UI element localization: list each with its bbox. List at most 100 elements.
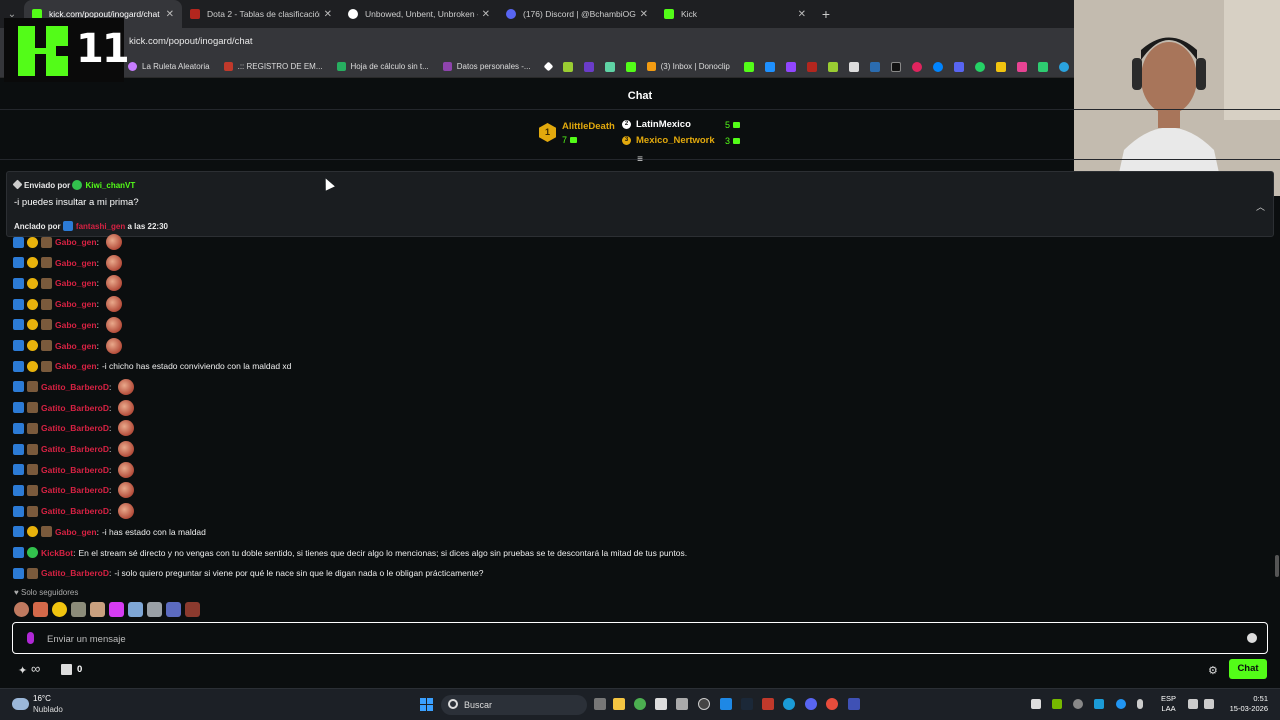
chat-send-button[interactable]: Chat xyxy=(1229,659,1267,679)
chat-username[interactable]: Gatito_BarberoD xyxy=(41,382,109,392)
chevron-up-icon[interactable]: ︿ xyxy=(1256,200,1265,213)
chat-message[interactable]: Gabo_gen: -i has estado con la maldad xyxy=(13,524,206,540)
nvidia-icon[interactable] xyxy=(1052,699,1062,709)
chat-username[interactable]: Gatito_BarberoD xyxy=(41,465,109,475)
tray-icon[interactable] xyxy=(1073,699,1083,709)
chat-username[interactable]: Gatito_BarberoD xyxy=(41,568,109,578)
calculator-icon[interactable] xyxy=(676,698,688,710)
emoji-icon[interactable] xyxy=(1247,633,1257,643)
tray-icon[interactable] xyxy=(1031,699,1041,709)
chat-message[interactable]: Gabo_gen: xyxy=(13,316,122,333)
pinned-sender-username[interactable]: Kiwi_chanVT xyxy=(85,181,135,190)
bookmark-icon[interactable] xyxy=(743,61,754,72)
bookmark-icon[interactable] xyxy=(1016,61,1027,72)
telegram-icon[interactable] xyxy=(1058,61,1069,72)
chat-username[interactable]: Gatito_BarberoD xyxy=(41,506,109,516)
chat-username[interactable]: Gatito_BarberoD xyxy=(41,423,109,433)
bookmark-icon[interactable] xyxy=(562,61,573,72)
tab-dota[interactable]: Dota 2 - Tablas de clasificación ✕ xyxy=(182,0,340,28)
app-icon[interactable] xyxy=(848,698,860,710)
emote-icon[interactable] xyxy=(33,602,48,617)
leaderboard-name[interactable]: Mexico_Nertwork xyxy=(636,135,715,146)
chat-message[interactable]: Gabo_gen: -i chicho has estado conviviend… xyxy=(13,358,291,374)
tab-kick[interactable]: Kick ✕ xyxy=(656,0,814,28)
chat-message[interactable]: Gatito_BarberoD: -i solo quiero preguntar… xyxy=(13,565,483,581)
emote-icon[interactable] xyxy=(166,602,181,617)
points-icon[interactable]: ✦ xyxy=(18,664,27,677)
bookmark-icon[interactable] xyxy=(604,61,615,72)
chat-username[interactable]: Gatito_BarberoD xyxy=(41,444,109,454)
emote-icon[interactable] xyxy=(14,602,29,617)
emote-icon[interactable] xyxy=(71,602,86,617)
bookmark-item[interactable]: La Ruleta Aleatoria xyxy=(128,62,210,71)
chat-username[interactable]: Gabo_gen xyxy=(55,341,97,351)
message-input[interactable] xyxy=(47,631,1227,647)
chrome-icon[interactable] xyxy=(634,698,646,710)
leaderboard-name[interactable]: LatinMexico xyxy=(636,119,691,130)
close-icon[interactable]: ✕ xyxy=(482,9,490,20)
scrollbar[interactable] xyxy=(1275,555,1279,577)
bookmark-icon[interactable] xyxy=(625,61,636,72)
bookmark-icon[interactable] xyxy=(869,61,880,72)
bookmark-icon[interactable] xyxy=(583,61,594,72)
cloud-icon[interactable] xyxy=(12,698,29,710)
windows-start-icon[interactable] xyxy=(420,698,433,711)
messenger-icon[interactable] xyxy=(932,61,943,72)
chat-username[interactable]: Gabo_gen xyxy=(55,527,97,537)
gear-icon[interactable]: ⚙ xyxy=(1208,664,1218,677)
bookmark-icon[interactable] xyxy=(848,61,859,72)
bookmark-icon[interactable] xyxy=(827,61,838,72)
url-field[interactable]: kick.com/popout/inogard/chat xyxy=(129,36,253,47)
app-icon[interactable] xyxy=(762,698,774,710)
app-icon[interactable] xyxy=(655,698,667,710)
close-icon[interactable]: ✕ xyxy=(324,9,332,20)
chat-message[interactable]: Gabo_gen: xyxy=(13,337,122,354)
close-icon[interactable]: ✕ xyxy=(798,9,806,20)
chat-message[interactable]: Gatito_BarberoD: xyxy=(13,378,135,395)
chat-message[interactable]: Gabo_gen: xyxy=(13,254,122,271)
emote-icon[interactable] xyxy=(128,602,143,617)
file-explorer-icon[interactable] xyxy=(613,698,625,710)
new-tab-button[interactable]: + xyxy=(814,6,838,22)
chat-username[interactable]: Gabo_gen xyxy=(55,278,97,288)
emote-icon[interactable] xyxy=(52,602,67,617)
tab-unbowed[interactable]: Unbowed, Unbent, Unbroken - ✕ xyxy=(340,0,498,28)
whatsapp-icon[interactable] xyxy=(974,61,985,72)
bookmark-item[interactable]: .:: REGISTRO DE EM... xyxy=(223,62,323,71)
bookmark-icon[interactable] xyxy=(785,61,796,72)
chat-message[interactable]: Gatito_BarberoD: xyxy=(13,441,135,457)
leaderboard-name[interactable]: AlittleDeath xyxy=(562,121,615,132)
chat-message[interactable]: Gabo_gen: xyxy=(13,275,122,292)
language-indicator[interactable]: ESP LAA xyxy=(1161,694,1176,714)
chat-message[interactable]: Gatito_BarberoD: xyxy=(13,399,135,416)
bookmark-item[interactable]: (3) Inbox | Donoclip xyxy=(646,62,730,71)
chat-username[interactable]: Gatito_BarberoD xyxy=(41,403,109,413)
app-icon[interactable] xyxy=(826,698,838,710)
emote-icon[interactable] xyxy=(185,602,200,617)
close-icon[interactable]: ✕ xyxy=(640,9,648,20)
close-icon[interactable]: ✕ xyxy=(166,9,174,20)
chat-username[interactable]: Gatito_BarberoD xyxy=(41,485,109,495)
bookmark-icon[interactable] xyxy=(543,61,554,72)
chat-username[interactable]: KickBot xyxy=(41,548,73,558)
expand-leaderboard-icon[interactable]: ≡ xyxy=(634,154,646,165)
gift-icon[interactable] xyxy=(61,664,72,675)
edge-icon[interactable] xyxy=(720,698,732,710)
bookmark-icon[interactable] xyxy=(995,61,1006,72)
app-icon[interactable] xyxy=(698,698,710,710)
clock[interactable]: 0:51 15-03-2026 xyxy=(1224,694,1268,714)
chat-message[interactable]: Gatito_BarberoD: xyxy=(13,420,135,437)
chat-message[interactable]: Gatito_BarberoD: xyxy=(13,503,135,520)
emote-icon[interactable] xyxy=(147,602,162,617)
bookmark-icon[interactable] xyxy=(1037,61,1048,72)
chat-username[interactable]: Gabo_gen xyxy=(55,237,97,247)
pinned-message[interactable]: Enviado por Kiwi_chanVT -i puedes insult… xyxy=(6,171,1274,237)
chat-message[interactable]: Gatito_BarberoD: xyxy=(13,482,135,499)
discord-icon[interactable] xyxy=(805,698,817,710)
emote-icon[interactable] xyxy=(90,602,105,617)
bookmark-icon[interactable] xyxy=(911,61,922,72)
mic-icon[interactable] xyxy=(1137,699,1143,709)
tray-icon[interactable] xyxy=(1116,699,1126,709)
chat-username[interactable]: Gabo_gen xyxy=(55,320,97,330)
volume-icon[interactable] xyxy=(1204,699,1214,709)
